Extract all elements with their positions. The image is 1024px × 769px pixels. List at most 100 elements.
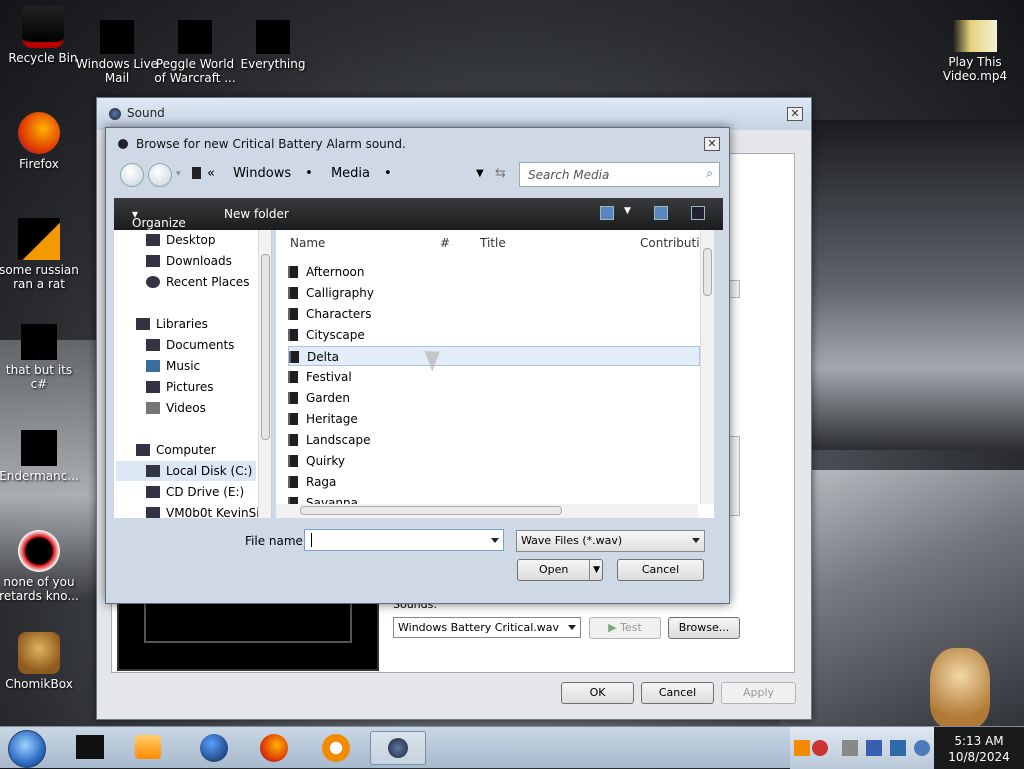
desktop-icon-chomikbox[interactable]: ChomikBox <box>0 632 82 691</box>
chevron-down-icon[interactable] <box>491 538 499 543</box>
folder-row[interactable]: Quirky <box>288 451 700 471</box>
taskbar-app-recycle[interactable] <box>62 731 118 765</box>
folder-row[interactable]: Afternoon <box>288 262 700 282</box>
taskbar-app-sound[interactable] <box>370 731 426 765</box>
taskbar-app-lock[interactable] <box>308 731 364 765</box>
desktop-icon-endermanc[interactable]: Endermanc... <box>0 430 82 483</box>
files-hscroll-thumb[interactable] <box>300 506 562 515</box>
dialog-cancel-button[interactable]: Cancel <box>617 559 704 581</box>
tray-app-icon[interactable] <box>842 740 858 756</box>
open-button[interactable]: Open ▼ <box>517 559 603 581</box>
folder-row[interactable]: Festival <box>288 367 700 387</box>
tray-app-icon[interactable] <box>812 740 828 756</box>
nav-music[interactable]: Music <box>146 356 200 376</box>
back-button[interactable] <box>120 163 144 187</box>
help-icon[interactable] <box>691 206 705 220</box>
breadcrumb-windows[interactable]: Windows <box>233 166 291 181</box>
globe-icon <box>200 734 228 762</box>
column-title[interactable]: Title <box>480 236 506 250</box>
network-icon[interactable] <box>890 740 906 756</box>
dialog-titlebar[interactable]: Browse for new Critical Battery Alarm so… <box>106 128 729 158</box>
test-button[interactable]: ▶ Test <box>589 617 661 639</box>
nav-scroll-thumb[interactable] <box>261 254 270 440</box>
tray-app-icon[interactable] <box>794 740 810 756</box>
browse-button[interactable]: Browse... <box>668 617 740 639</box>
files-scrollbar[interactable] <box>700 230 714 504</box>
speaker-icon <box>109 108 121 120</box>
clock-date: 10/8/2024 <box>948 750 1010 764</box>
desktop-icon-play-video[interactable]: Play This Video.mp4 <box>932 20 1018 83</box>
refresh-icon[interactable]: ⇆ <box>495 166 506 181</box>
forward-button[interactable] <box>148 163 172 187</box>
documents-icon <box>146 339 160 351</box>
nav-documents[interactable]: Documents <box>146 335 234 355</box>
desktop-icon-russian-rat[interactable]: some russian ran a rat <box>0 218 82 291</box>
address-dropdown-icon[interactable]: ▼ <box>476 168 484 179</box>
open-options-chevron-icon[interactable]: ▼ <box>589 560 600 580</box>
desktop-icon-windows-live-mail[interactable]: Windows Live Mail <box>74 20 160 85</box>
folder-row[interactable]: Cityscape <box>288 325 700 345</box>
browse-dialog[interactable]: Browse for new Critical Battery Alarm so… <box>105 127 730 604</box>
shield-icon[interactable] <box>866 740 882 756</box>
clock[interactable]: 5:13 AM 10/8/2024 <box>934 727 1024 769</box>
preview-pane-icon[interactable] <box>654 206 668 220</box>
nav-computer[interactable]: Computer <box>136 440 216 460</box>
apply-button[interactable]: Apply <box>721 682 796 704</box>
recent-locations-chevron-icon[interactable]: ▾ <box>176 169 181 179</box>
nav-cd-drive[interactable]: CD Drive (E:) <box>146 482 244 502</box>
new-folder-button[interactable]: New folder <box>224 207 289 221</box>
sound-window-titlebar[interactable]: Sound <box>97 98 811 130</box>
column-name[interactable]: Name <box>290 236 325 250</box>
nav-network-drive[interactable]: VM0b0t KevinSite <box>146 503 271 518</box>
file-type-dropdown[interactable]: Wave Files (*.wav) <box>516 530 705 552</box>
organize-button[interactable]: Organize ▾ <box>132 207 186 230</box>
sounds-dropdown[interactable]: Windows Battery Critical.wav <box>393 617 581 638</box>
folder-row[interactable]: Heritage <box>288 409 700 429</box>
breadcrumb[interactable]: « Windows • Media • <box>192 161 482 187</box>
files-scroll-thumb[interactable] <box>703 248 712 296</box>
files-hscrollbar[interactable] <box>276 504 698 518</box>
ok-button[interactable]: OK <box>561 682 634 704</box>
taskbar-app-media[interactable] <box>120 731 176 765</box>
sound-close-button[interactable]: ✕ <box>787 107 803 121</box>
nav-pictures[interactable]: Pictures <box>146 377 214 397</box>
folder-row[interactable]: Raga <box>288 472 700 492</box>
nav-recent-places[interactable]: Recent Places <box>146 272 249 292</box>
dialog-close-button[interactable]: ✕ <box>704 137 720 151</box>
column-number[interactable]: # <box>440 236 450 250</box>
view-icon[interactable] <box>600 206 614 220</box>
nav-local-disk[interactable]: Local Disk (C:) <box>116 461 256 481</box>
folder-row[interactable]: Calligraphy <box>288 283 700 303</box>
folder-row[interactable]: Characters <box>288 304 700 324</box>
chevron-down-icon <box>568 625 576 630</box>
nav-downloads[interactable]: Downloads <box>146 251 232 271</box>
desktop-icon-that-but-its-csharp[interactable]: that but its c# <box>0 324 82 391</box>
taskbar-app-firefox[interactable] <box>246 731 302 765</box>
folder-row[interactable]: Delta <box>288 346 700 366</box>
folder-row[interactable]: Garden <box>288 388 700 408</box>
nav-videos[interactable]: Videos <box>146 398 206 418</box>
desktop-icon-firefox[interactable]: Firefox <box>0 112 82 171</box>
desktop-icon-everything[interactable]: Everything <box>230 20 316 71</box>
breadcrumb-media[interactable]: Media <box>331 166 370 181</box>
nav-desktop[interactable]: Desktop <box>146 230 216 250</box>
file-name-input[interactable] <box>304 529 504 551</box>
desktop-icon-peggle[interactable]: Peggle World of Warcraft ... <box>152 20 238 85</box>
nav-libraries[interactable]: Libraries <box>136 314 208 334</box>
volume-icon[interactable] <box>914 740 930 756</box>
search-icon[interactable]: ⌕ <box>706 166 713 181</box>
nav-scrollbar[interactable] <box>258 230 271 518</box>
desktop-icon-none-of-you[interactable]: none of you retards kno... <box>0 530 82 603</box>
taskbar-app-globe[interactable] <box>186 731 242 765</box>
view-dropdown-icon[interactable]: ▼ <box>624 206 631 216</box>
peggle-icon <box>178 20 212 54</box>
desktop-icon <box>146 234 160 246</box>
search-input[interactable]: Search Media ⌕ <box>519 162 720 187</box>
sound-cancel-button[interactable]: Cancel <box>641 682 714 704</box>
folder-row[interactable]: Landscape <box>288 430 700 450</box>
mail-icon <box>100 20 134 54</box>
folder-icon <box>288 455 298 467</box>
navigation-pane: Desktop Downloads Recent Places Librarie… <box>114 230 272 518</box>
firefox-icon <box>260 734 288 762</box>
start-button[interactable] <box>8 730 46 768</box>
